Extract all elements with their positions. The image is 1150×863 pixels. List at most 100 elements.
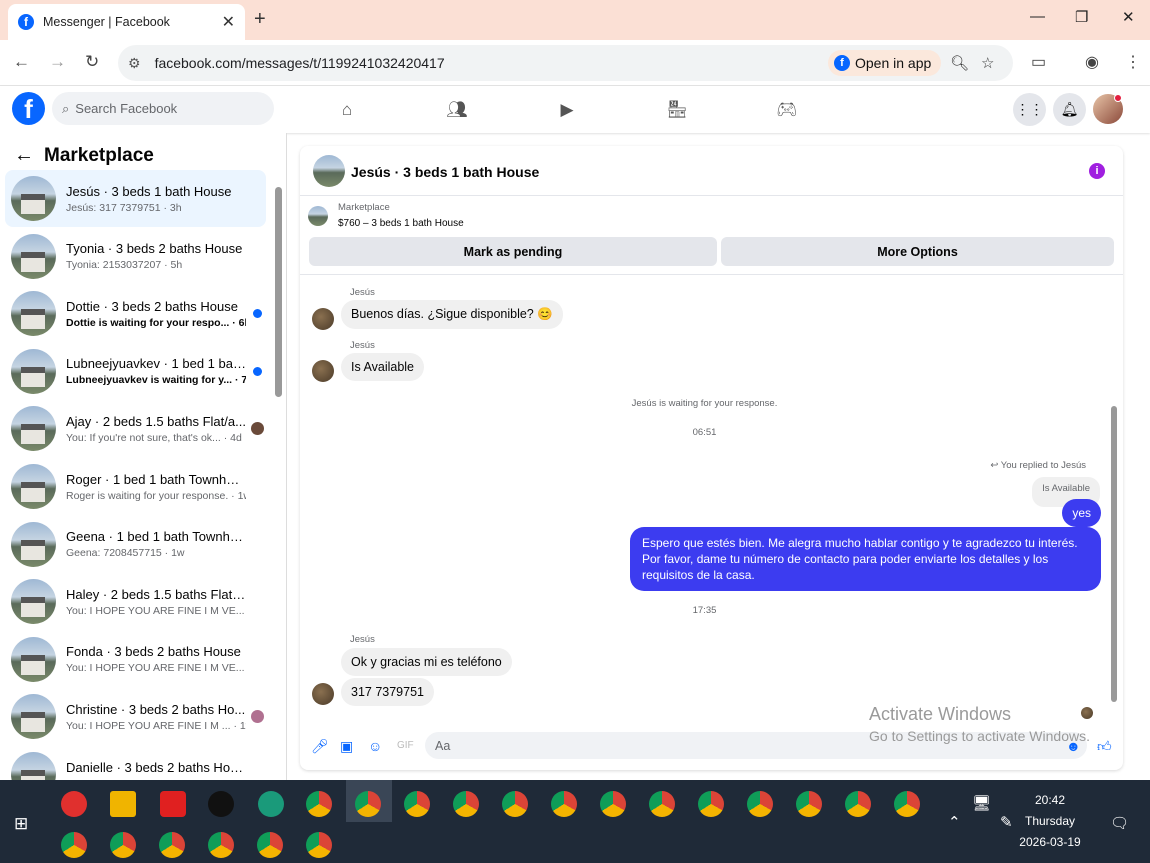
conversation-item[interactable]: Christine · 3 beds 2 baths Ho... You: I H…: [5, 688, 266, 745]
conversation-preview: Geena: 7208457715 · 1w: [66, 547, 185, 560]
forward-icon[interactable]: →: [49, 52, 66, 72]
facebook-logo-icon[interactable]: f: [12, 92, 45, 125]
zoom-icon[interactable]: 🔍︎: [950, 54, 969, 72]
conversation-name: Ajay · 2 beds 1.5 baths Flat/a...: [66, 413, 246, 429]
listing-summary[interactable]: Marketplace $760 – 3 beds 1 bath House: [308, 202, 464, 229]
mark-as-pending-button[interactable]: Mark as pending: [309, 237, 717, 266]
chat-title[interactable]: Jesús · 3 beds 1 bath House: [351, 164, 539, 180]
youtube-music-icon[interactable]: [160, 791, 186, 817]
conversation-preview: Roger is waiting for your response. · 1w: [66, 489, 246, 502]
chrome-profile-icon[interactable]: [600, 791, 626, 817]
conversation-item[interactable]: Ajay · 2 beds 1.5 baths Flat/a... You: If…: [5, 400, 266, 457]
conversation-name: Jesús · 3 beds 1 bath House: [66, 183, 232, 199]
chrome-profile-icon[interactable]: [110, 832, 136, 858]
chrome-profile-icon[interactable]: [208, 832, 234, 858]
notifications-bell-icon[interactable]: 🔔︎: [1053, 93, 1086, 126]
seen-avatar: [251, 710, 264, 724]
chrome-profile-icon[interactable]: [404, 791, 430, 817]
new-tab-icon[interactable]: +: [254, 8, 266, 31]
incoming-message[interactable]: 317 7379751: [341, 678, 434, 706]
search-input[interactable]: ⌕ Search Facebook: [52, 92, 274, 125]
outgoing-message[interactable]: Espero que estés bien. Me alegra mucho h…: [630, 527, 1101, 591]
chrome-profile-icon[interactable]: [698, 791, 724, 817]
conversation-preview: Dottie is waiting for your respo... · 6h: [66, 316, 246, 329]
bookmark-star-icon[interactable]: ☆: [981, 54, 994, 72]
window-close-icon[interactable]: ✕: [1122, 8, 1135, 26]
listing-thumbnail: [11, 579, 56, 625]
incoming-message[interactable]: Is Available: [341, 353, 425, 381]
apps-grid-icon[interactable]: ⋮⋮: [1013, 93, 1046, 126]
tray-expand-icon[interactable]: ⌃: [948, 813, 961, 831]
restore-icon[interactable]: ❐: [1075, 8, 1088, 26]
chrome-profile-icon[interactable]: [894, 791, 920, 817]
chrome-profile-icon[interactable]: [845, 791, 871, 817]
profile-icon[interactable]: ◉: [1085, 52, 1099, 72]
sticker-icon[interactable]: ☺: [368, 738, 382, 754]
listing-thumbnail: [11, 464, 56, 509]
reload-icon[interactable]: ↻: [85, 52, 99, 72]
back-icon[interactable]: ←: [13, 52, 30, 72]
menu-kebab-icon[interactable]: ⋮: [1125, 52, 1141, 72]
conversation-item[interactable]: Lubneejyuavkev · 1 bed 1 bath... Lubneejy…: [5, 343, 266, 400]
info-icon[interactable]: i: [1089, 163, 1105, 179]
windows-start-icon[interactable]: ⊞: [14, 814, 28, 834]
close-tab-icon[interactable]: ✕: [222, 12, 235, 32]
chrome-profile-icon[interactable]: [61, 832, 87, 858]
display-icon[interactable]: 🖥︎: [972, 794, 991, 812]
outgoing-message[interactable]: yes: [1062, 499, 1101, 527]
back-arrow-icon[interactable]: ←: [14, 144, 34, 167]
friends-icon[interactable]: 👥︎: [445, 98, 469, 122]
sidebar-scroll-thumb[interactable]: [275, 187, 282, 397]
chrome-profile-icon[interactable]: [796, 791, 822, 817]
url-bar[interactable]: ⚙ facebook.com/messages/t/11992410324204…: [118, 45, 1013, 81]
chrome-profile-icon[interactable]: [747, 791, 773, 817]
chrome-profile-icon[interactable]: [649, 791, 675, 817]
tiktok-icon[interactable]: [208, 791, 234, 817]
chrome-profile-icon[interactable]: [306, 791, 332, 817]
chrome-profile-icon[interactable]: [159, 832, 185, 858]
conversation-item[interactable]: Geena · 1 bed 1 bath Townhouse Geena: 720…: [5, 516, 266, 573]
system-clock[interactable]: 20:42 Thursday 2026-03-19: [1010, 790, 1090, 853]
url-text[interactable]: facebook.com/messages/t/1199241032420417: [155, 55, 445, 71]
incoming-message[interactable]: Ok y gracias mi es teléfono: [341, 648, 512, 676]
conversation-text: Dottie · 3 beds 2 baths House Dottie is w…: [66, 299, 246, 329]
sidebar-scrollbar[interactable]: [274, 173, 284, 778]
gif-icon[interactable]: GIF: [397, 740, 414, 751]
chrome-profile-icon[interactable]: [355, 791, 381, 817]
browser-tab[interactable]: f Messenger | Facebook ✕: [8, 4, 245, 40]
conversation-text: Tyonia · 3 beds 2 baths House Tyonia: 215…: [66, 241, 246, 271]
incoming-message[interactable]: Buenos días. ¿Sigue disponible? 😊: [341, 300, 563, 329]
conversation-item[interactable]: Roger · 1 bed 1 bath Townhouse Roger is w…: [5, 458, 266, 515]
conversation-item[interactable]: Haley · 2 beds 1.5 baths Flat/ap... You: …: [5, 573, 266, 630]
cast-icon[interactable]: ▭: [1031, 52, 1046, 72]
thread-scroll-thumb[interactable]: [1111, 406, 1117, 702]
photo-icon[interactable]: ▣: [340, 738, 353, 755]
conversation-item[interactable]: Dottie · 3 beds 2 baths House Dottie is w…: [5, 285, 266, 342]
open-in-app-button[interactable]: f Open in app: [828, 50, 942, 76]
microphone-icon[interactable]: 🎤︎: [311, 738, 329, 755]
like-thumb-icon[interactable]: 👍︎: [1097, 738, 1112, 755]
site-info-icon[interactable]: ⚙: [128, 55, 141, 72]
conversation-item[interactable]: Fonda · 3 beds 2 baths House You: I HOPE …: [5, 631, 266, 688]
notifications-icon[interactable]: 🗨︎: [1110, 814, 1129, 832]
conversation-item[interactable]: Jesús · 3 beds 1 bath House Jesús: 317 73…: [5, 170, 266, 227]
gaming-icon[interactable]: 🎮︎: [775, 98, 799, 122]
chrome-profile-icon[interactable]: [551, 791, 577, 817]
edge-icon[interactable]: [258, 791, 284, 817]
minimize-icon[interactable]: —: [1030, 8, 1045, 25]
chrome-profile-icon[interactable]: [306, 832, 332, 858]
video-icon[interactable]: ▶: [555, 98, 579, 122]
chrome-profile-icon[interactable]: [453, 791, 479, 817]
more-options-button[interactable]: More Options: [721, 237, 1114, 266]
home-icon[interactable]: ⌂: [335, 98, 359, 122]
thread-scrollbar[interactable]: [1109, 281, 1119, 713]
chrome-profile-icon[interactable]: [257, 832, 283, 858]
marketplace-icon[interactable]: 🏪︎: [665, 98, 689, 122]
opera-icon[interactable]: [61, 791, 87, 817]
listing-thumbnail[interactable]: [313, 155, 345, 187]
facebook-favicon-icon: f: [18, 14, 34, 30]
sender-avatar: [312, 360, 334, 382]
chrome-profile-icon[interactable]: [502, 791, 528, 817]
file-explorer-icon[interactable]: [110, 791, 136, 817]
conversation-item[interactable]: Tyonia · 3 beds 2 baths House Tyonia: 215…: [5, 228, 266, 285]
